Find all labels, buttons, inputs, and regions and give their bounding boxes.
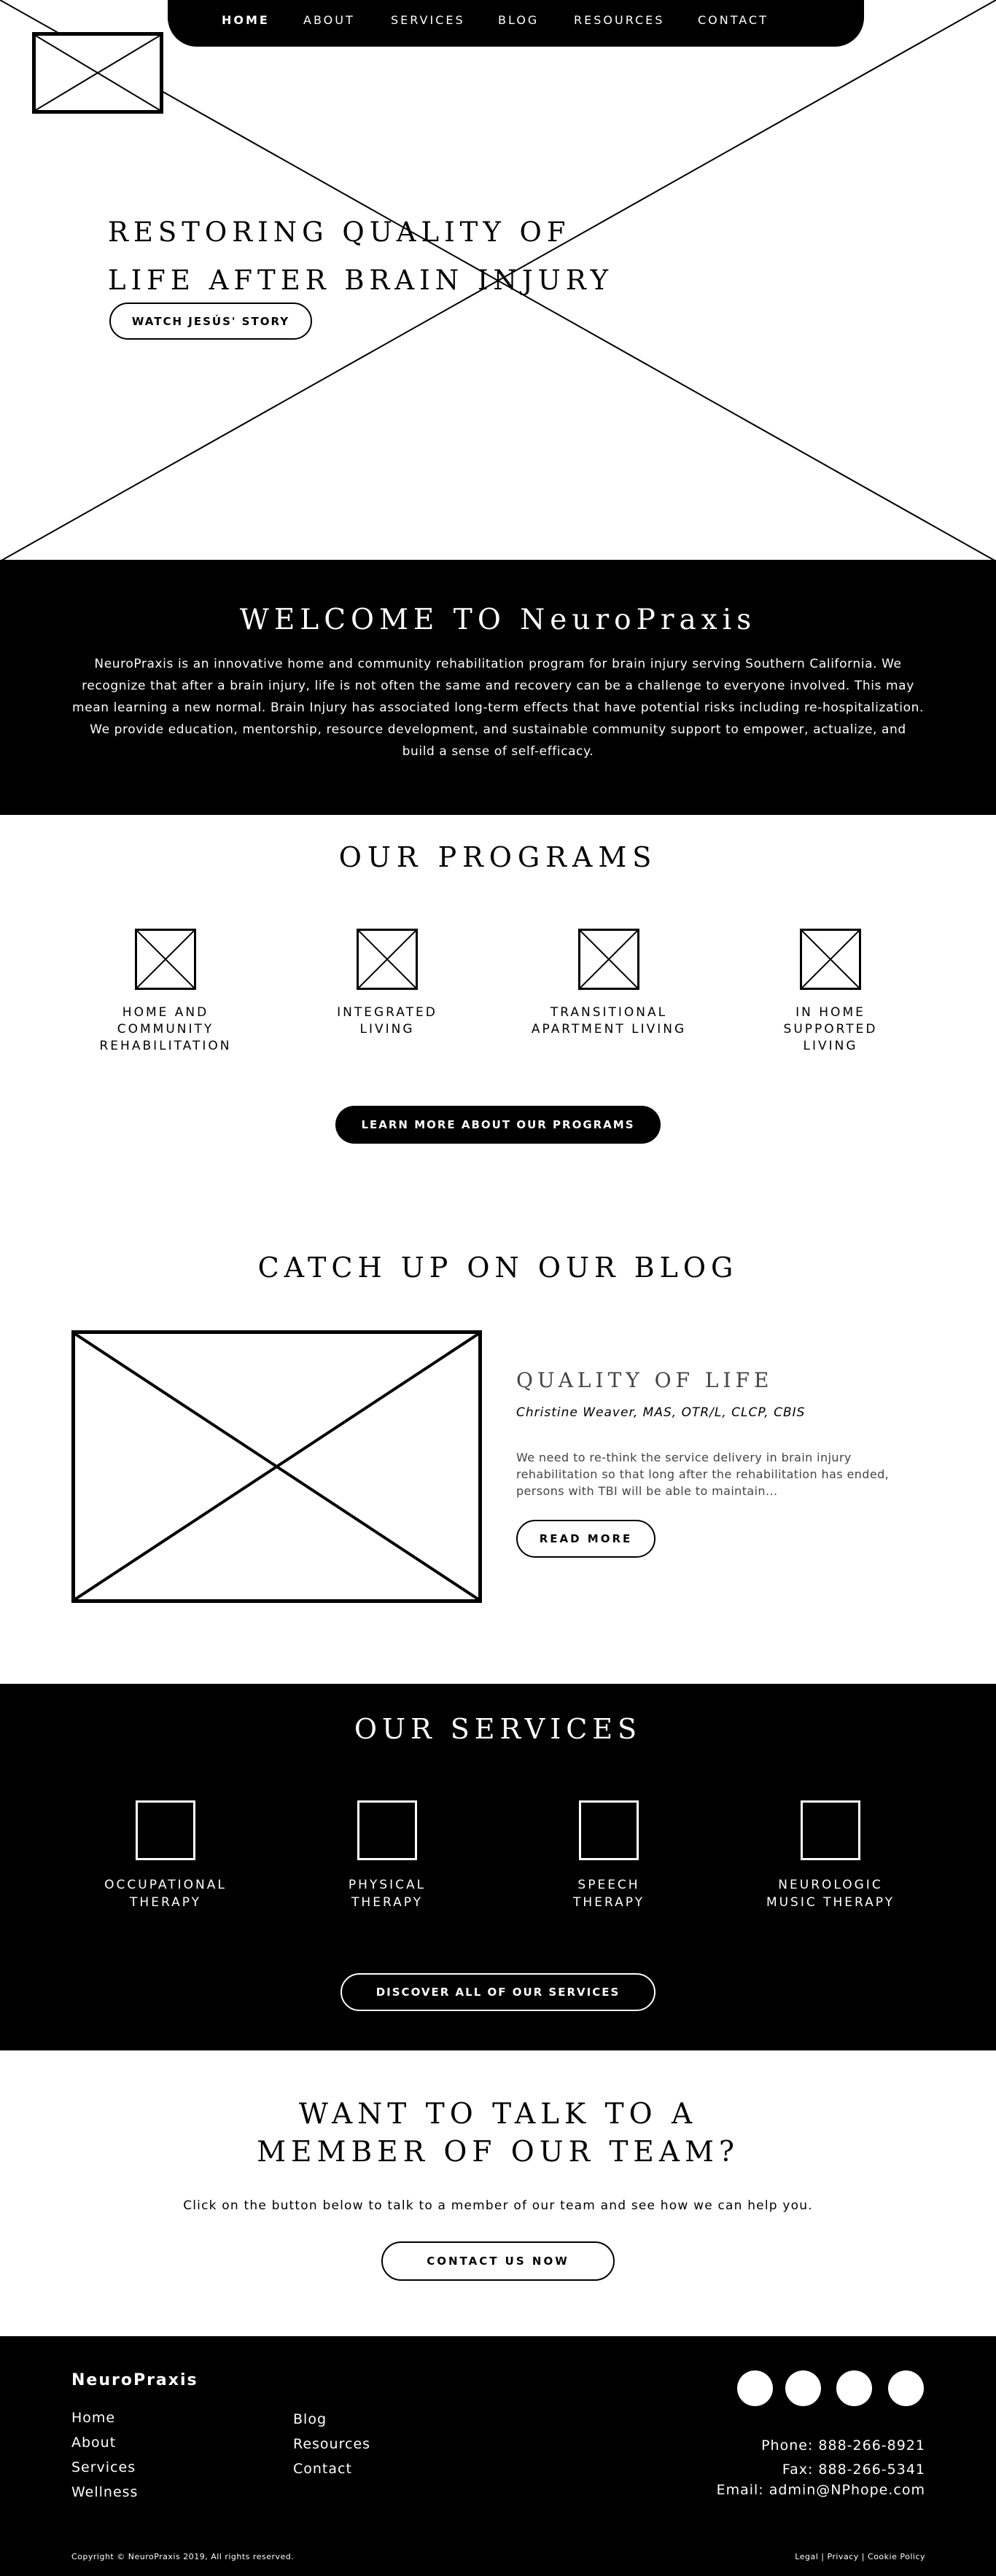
footer-brand[interactable]: NeuroPraxis — [71, 2371, 198, 2389]
nav-home[interactable]: HOME — [222, 13, 270, 27]
program-label: IN HOME SUPPORTED LIVING — [739, 1004, 922, 1055]
services-title: OUR SERVICES — [354, 1713, 642, 1745]
service-card-neurologic-music[interactable]: NEUROLOGIC MUSIC THERAPY — [739, 1800, 922, 1911]
program-card-home-community[interactable]: HOME AND COMMUNITY REHABILITATION — [74, 929, 257, 1055]
copyright: Copyright © NeuroPraxis 2019, All rights… — [71, 2552, 295, 2561]
program-icon — [135, 929, 196, 990]
service-icon — [357, 1800, 417, 1860]
social-icon-4[interactable] — [888, 2370, 924, 2406]
program-label-line: COMMUNITY — [117, 1022, 214, 1037]
nav-blog[interactable]: BLOG — [498, 13, 539, 27]
nav-contact[interactable]: CONTACT — [698, 13, 769, 27]
program-icon — [578, 929, 639, 990]
program-label: TRANSITIONAL APARTMENT LIVING — [518, 1004, 700, 1038]
social-icon-2[interactable] — [785, 2370, 821, 2406]
welcome-section: WELCOME TO NeuroPraxis NeuroPraxis is an… — [0, 561, 996, 815]
service-label-line: PHYSICAL — [348, 1878, 427, 1892]
program-label-line: APARTMENT LIVING — [531, 1022, 687, 1037]
service-icon — [136, 1800, 195, 1860]
cookie-policy-link[interactable]: Cookie Policy — [868, 2552, 925, 2561]
read-more-button[interactable]: READ MORE — [516, 1520, 655, 1558]
program-label: HOME AND COMMUNITY REHABILITATION — [74, 1004, 257, 1055]
nav-about[interactable]: ABOUT — [303, 13, 355, 27]
service-card-occupational[interactable]: OCCUPATIONAL THERAPY — [74, 1800, 257, 1911]
hero-title-line2: LIFE AFTER BRAIN INJURY — [108, 265, 614, 296]
legal-links: Legal | Privacy | Cookie Policy — [795, 2552, 925, 2561]
program-card-integrated-living[interactable]: INTEGRATED LIVING — [296, 929, 478, 1038]
service-label: NEUROLOGIC MUSIC THERAPY — [739, 1876, 922, 1911]
blog-post-title[interactable]: QUALITY OF LIFE — [516, 1368, 773, 1392]
footer-phone: Phone: 888-266-8921 — [761, 2438, 925, 2454]
learn-more-programs-button[interactable]: LEARN MORE ABOUT OUR PROGRAMS — [335, 1106, 661, 1144]
watch-story-button[interactable]: WATCH JESÚS' STORY — [109, 303, 312, 340]
welcome-body: NeuroPraxis is an innovative home and co… — [72, 657, 924, 759]
footer-link-about[interactable]: About — [71, 2435, 116, 2451]
footer: NeuroPraxis Home About Services Wellness… — [0, 2336, 996, 2576]
program-label-line: IN HOME — [795, 1005, 865, 1020]
social-icon-1[interactable] — [737, 2370, 773, 2406]
program-label-line: SUPPORTED — [783, 1022, 878, 1037]
program-label: INTEGRATED LIVING — [296, 1004, 478, 1038]
footer-link-contact[interactable]: Contact — [293, 2461, 352, 2477]
service-icon — [579, 1800, 639, 1860]
service-label-line: THERAPY — [351, 1895, 423, 1910]
service-label-line: MUSIC THERAPY — [766, 1895, 895, 1910]
blog-image-placeholder[interactable] — [71, 1330, 482, 1603]
program-label-line: REHABILITATION — [99, 1039, 232, 1053]
cta-title-line1: WANT TO TALK TO A — [298, 2098, 698, 2131]
service-label-line: NEUROLOGIC — [778, 1878, 883, 1892]
separator: | — [861, 2552, 865, 2561]
program-label-line: HOME AND — [122, 1005, 209, 1020]
nav-services[interactable]: SERVICES — [391, 13, 465, 27]
programs-title: OUR PROGRAMS — [338, 841, 658, 873]
cta-title-line2: MEMBER OF OUR TEAM? — [257, 2136, 739, 2169]
blog-title: CATCH UP ON OUR BLOG — [257, 1252, 739, 1284]
nav-resources[interactable]: RESOURCES — [574, 13, 664, 27]
program-icon — [800, 929, 861, 990]
program-label-line: INTEGRATED — [337, 1005, 437, 1020]
service-label-line: THERAPY — [573, 1895, 645, 1910]
welcome-title: WELCOME TO NeuroPraxis — [239, 604, 757, 636]
footer-link-services[interactable]: Services — [71, 2459, 136, 2475]
service-label: OCCUPATIONAL THERAPY — [74, 1876, 257, 1911]
main-nav: HOME ABOUT SERVICES BLOG RESOURCES CONTA… — [168, 0, 864, 47]
cta-title: WANT TO TALK TO A MEMBER OF OUR TEAM? — [0, 2096, 996, 2171]
social-icon-3[interactable] — [836, 2370, 872, 2406]
separator: | — [821, 2552, 825, 2561]
program-label-line: TRANSITIONAL — [550, 1005, 668, 1020]
legal-link[interactable]: Legal — [795, 2552, 818, 2561]
logo-placeholder[interactable] — [32, 32, 163, 114]
discover-services-button[interactable]: DISCOVER ALL OF OUR SERVICES — [341, 1973, 655, 2011]
service-label: PHYSICAL THERAPY — [296, 1876, 478, 1911]
blog-excerpt: We need to re-think the service delivery… — [516, 1451, 890, 1498]
service-label-line: THERAPY — [130, 1895, 201, 1910]
hero-title: RESTORING QUALITY OF LIFE AFTER BRAIN IN… — [108, 208, 618, 305]
program-label-line: LIVING — [803, 1039, 858, 1053]
footer-link-wellness[interactable]: Wellness — [71, 2484, 138, 2500]
service-card-speech[interactable]: SPEECH THERAPY — [518, 1800, 700, 1911]
service-icon — [801, 1800, 860, 1860]
footer-fax: Fax: 888-266-5341 — [782, 2462, 925, 2478]
cta-text: Click on the button below to talk to a m… — [183, 2198, 813, 2213]
program-label-line: LIVING — [359, 1022, 415, 1037]
service-label: SPEECH THERAPY — [518, 1876, 700, 1911]
footer-link-blog[interactable]: Blog — [293, 2411, 327, 2427]
program-icon — [357, 929, 418, 990]
services-section: OUR SERVICES OCCUPATIONAL THERAPY PHYSIC… — [0, 1684, 996, 2050]
footer-link-resources[interactable]: Resources — [293, 2436, 370, 2452]
program-card-in-home-supported[interactable]: IN HOME SUPPORTED LIVING — [739, 929, 922, 1055]
contact-us-button[interactable]: CONTACT US NOW — [381, 2241, 615, 2281]
service-label-line: OCCUPATIONAL — [104, 1878, 227, 1892]
footer-email[interactable]: Email: admin@NPhope.com — [717, 2482, 925, 2498]
privacy-link[interactable]: Privacy — [827, 2552, 858, 2561]
service-card-physical[interactable]: PHYSICAL THERAPY — [296, 1800, 478, 1911]
blog-author: Christine Weaver, MAS, OTR/L, CLCP, CBIS — [516, 1405, 806, 1420]
program-card-transitional-apartment[interactable]: TRANSITIONAL APARTMENT LIVING — [518, 929, 700, 1038]
service-label-line: SPEECH — [577, 1878, 640, 1892]
footer-link-home[interactable]: Home — [71, 2410, 115, 2426]
hero-title-line1: RESTORING QUALITY OF — [108, 216, 571, 248]
hero-section: HOME ABOUT SERVICES BLOG RESOURCES CONTA… — [0, 0, 996, 561]
